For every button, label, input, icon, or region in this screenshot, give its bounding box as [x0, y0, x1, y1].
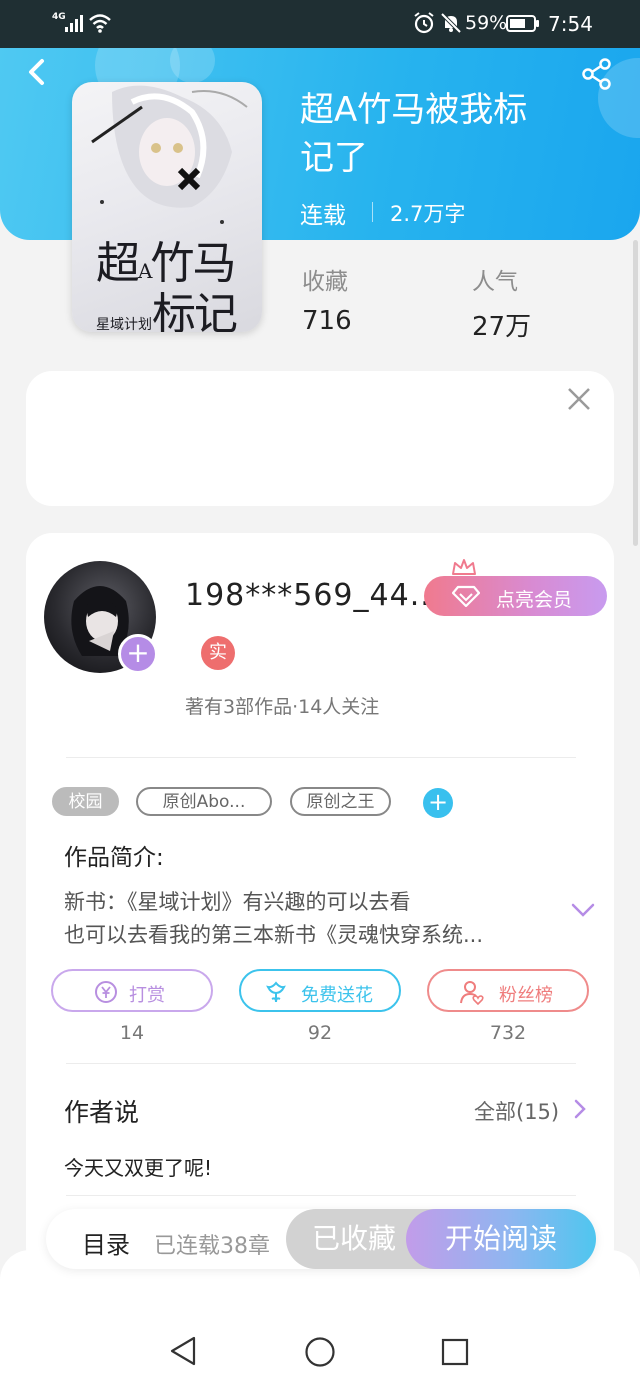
toc-button[interactable]: 目录	[82, 1225, 130, 1260]
intro-title: 作品简介:	[64, 845, 164, 871]
book-cover[interactable]: 超A竹马星域计划标记了	[72, 82, 262, 332]
tag-campus[interactable]: 校园	[52, 787, 119, 816]
nav-recent-icon[interactable]	[440, 1337, 470, 1367]
intro-line-1: 新书：《星域计划》有兴趣的可以去看	[64, 890, 411, 914]
send-flower-button[interactable]: 免费送花	[239, 969, 401, 1012]
author-says-all-link[interactable]: 全部(15)	[474, 1096, 559, 1126]
chevron-down-icon[interactable]	[570, 900, 596, 920]
word-count: 2.7万字	[390, 202, 466, 226]
fans-count: 732	[489, 1022, 527, 1044]
flower-count: 92	[307, 1022, 333, 1044]
follow-add-button[interactable]: +	[118, 634, 158, 674]
tag-original-abo[interactable]: 原创Abo...	[136, 787, 272, 816]
close-icon[interactable]	[566, 386, 592, 412]
chevron-right-icon[interactable]	[572, 1098, 588, 1120]
vip-label: 点亮会员	[496, 589, 573, 611]
cover-title: 超A竹马星域计划标记了	[96, 238, 238, 333]
vip-button[interactable]: 点亮会员	[424, 576, 607, 616]
intro-line-2: 也可以去看我的第三本新书《灵魂快穿系统...	[64, 923, 484, 947]
divider	[66, 757, 576, 758]
author-says-title: 作者说	[64, 1098, 140, 1127]
serial-status: 连载	[300, 203, 346, 229]
nav-back-icon[interactable]	[168, 1335, 198, 1367]
clock: 7:54	[548, 12, 593, 36]
chapter-count: 已连载38章	[154, 1234, 270, 1259]
coin-icon	[95, 981, 117, 1003]
scrollbar[interactable]	[633, 240, 638, 546]
fan-user-icon	[460, 981, 484, 1005]
status-divider	[372, 202, 373, 222]
author-meta: 著有3部作品·14人关注	[185, 696, 380, 718]
book-title-line1: 超A竹马被我标	[300, 90, 528, 130]
verified-badge: 实	[201, 636, 235, 670]
popularity-label: 人气	[472, 269, 518, 295]
add-tag-button[interactable]: +	[423, 788, 453, 818]
crown-icon	[452, 559, 476, 575]
signal-icon	[65, 15, 83, 32]
favorites-value: 716	[302, 306, 352, 336]
send-flower-label: 免费送花	[301, 985, 373, 1006]
tag-original-king[interactable]: 原创之王	[290, 787, 391, 816]
tip-count: 14	[119, 1022, 145, 1044]
wifi-icon	[89, 14, 111, 33]
nav-home-icon[interactable]	[304, 1336, 336, 1368]
ad-banner	[26, 371, 614, 506]
flower-icon	[266, 981, 286, 1003]
author-says-text: 今天又双更了呢!	[64, 1156, 213, 1180]
back-icon[interactable]	[22, 57, 52, 87]
diamond-icon	[452, 585, 480, 607]
tip-button[interactable]: 打赏	[51, 969, 213, 1012]
divider	[66, 1195, 576, 1196]
alarm-icon	[414, 12, 434, 34]
favorites-label: 收藏	[302, 269, 348, 295]
divider	[66, 1063, 576, 1064]
battery-percent: 59%	[465, 12, 508, 34]
book-title: 超A竹马被我标 记了	[300, 86, 600, 182]
battery-icon	[506, 15, 539, 32]
fans-rank-label: 粉丝榜	[499, 985, 553, 1006]
author-name[interactable]: 198***569_44...	[185, 578, 441, 613]
mute-icon	[440, 12, 462, 34]
popularity-value: 27万	[472, 312, 532, 342]
tip-label: 打赏	[129, 985, 165, 1006]
fans-rank-button[interactable]: 粉丝榜	[427, 969, 589, 1012]
start-reading-button[interactable]: 开始阅读	[406, 1209, 596, 1269]
status-bar: 4G 59% 7:54	[0, 0, 640, 48]
book-title-line2: 记了	[300, 138, 368, 178]
